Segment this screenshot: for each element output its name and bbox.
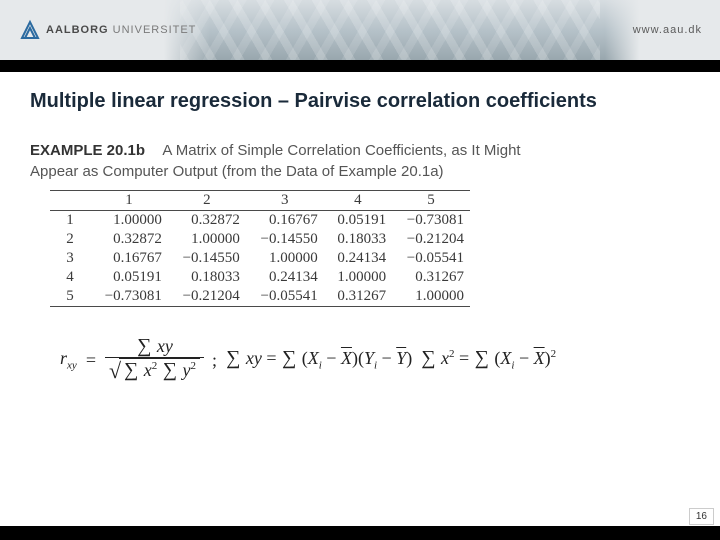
example-heading-text1: A Matrix of Simple Correlation Coefficie… [162,142,520,159]
table-row: 3 0.16767 −0.14550 1.00000 0.24134 −0.05… [50,249,470,268]
minus: − [382,348,392,368]
example-heading-line1: EXAMPLE 20.1b A Matrix of Simple Correla… [30,141,690,163]
table-row: 1 1.00000 0.32872 0.16767 0.05191 −0.730… [50,211,470,231]
equals: = [85,350,97,371]
cell: −0.14550 [246,230,324,249]
num-xy: xy [152,336,172,356]
Xi: X [500,348,511,368]
cell: 0.32872 [168,211,246,231]
sigma-icon: ∑ [136,335,152,357]
col-header: 4 [324,191,392,211]
row-header: 4 [50,268,90,287]
table-corner [50,191,90,211]
sigma-icon: ∑ [225,347,241,369]
cell: 0.05191 [324,211,392,231]
fraction: ∑ xy √ ∑ x2 ∑ y2 [105,337,204,383]
row-header: 3 [50,249,90,268]
sigma-icon: ∑ [281,347,297,369]
table-row: 4 0.05191 0.18033 0.24134 1.00000 0.3126… [50,268,470,287]
brand-name: AALBORG UNIVERSITET [46,24,196,36]
sigma-icon: ∑ [420,347,436,369]
cell: 1.00000 [90,211,168,231]
sq: 2 [449,348,455,360]
cell: 1.00000 [392,287,470,307]
sigma-icon: ∑ [474,347,490,369]
cell: −0.73081 [392,211,470,231]
cell: 0.18033 [168,268,246,287]
row-header: 1 [50,211,90,231]
sq: 2 [191,360,197,372]
semicolon: ; [212,350,217,371]
table-row: 5 −0.73081 −0.21204 −0.05541 0.31267 1.0… [50,287,470,307]
table-header-row: 1 2 3 4 5 [50,191,470,211]
col-header: 1 [90,191,168,211]
minus: − [519,348,529,368]
cell: −0.73081 [90,287,168,307]
sub-i: i [511,360,514,372]
sq: 2 [152,360,158,372]
header-divider [0,60,720,72]
equals: = [459,348,469,368]
Xi: X [308,348,319,368]
cell: −0.21204 [168,287,246,307]
correlation-table: 1 2 3 4 5 1 1.00000 0.32872 0.16767 0.05… [50,191,470,307]
sub-i: i [319,360,322,372]
cell: −0.14550 [168,249,246,268]
brand-light: UNIVERSITET [109,24,197,36]
Xbar: X [534,348,545,368]
row-header: 5 [50,287,90,307]
cell: 0.24134 [324,249,392,268]
col-header: 2 [168,191,246,211]
page-number: 16 [689,508,714,525]
Xbar: X [341,348,352,368]
cell: 1.00000 [246,249,324,268]
radicand: ∑ x2 ∑ y2 [119,358,200,381]
aau-logo-icon [18,18,42,42]
brand-bold: AALBORG [46,24,109,36]
formula-lhs: rxy [60,348,77,372]
cell: 1.00000 [168,230,246,249]
col-header: 5 [392,191,470,211]
cell: −0.05541 [392,249,470,268]
brand-url: www.aau.dk [605,0,720,60]
example-heading-line2: Appear as Computer Output (from the Data… [30,163,690,186]
cell: 0.16767 [246,211,324,231]
table-row: 2 0.32872 1.00000 −0.14550 0.18033 −0.21… [50,230,470,249]
numerator: ∑ xy [132,337,177,357]
cell: 1.00000 [324,268,392,287]
cell: 0.05191 [90,268,168,287]
Yi: Y [364,348,374,368]
sum-xy-def: ∑ xy = ∑ (Xi − X)(Yi − Y) [225,348,412,372]
cell: −0.05541 [246,287,324,307]
equals: = [266,348,276,368]
sum-x2-def: ∑ x2 = ∑ (Xi − X)2 [420,348,556,372]
var-r: r [60,348,67,368]
sub-i: i [374,360,377,372]
sigma-icon: ∑ [162,359,178,381]
cell: 0.18033 [324,230,392,249]
cell: 0.32872 [90,230,168,249]
cell: 0.31267 [392,268,470,287]
cell: 0.16767 [90,249,168,268]
header-banner: AALBORG UNIVERSITET www.aau.dk [0,0,720,60]
example-label: EXAMPLE 20.1b [30,142,145,159]
sq: 2 [551,348,557,360]
example-block: EXAMPLE 20.1b A Matrix of Simple Correla… [30,141,690,307]
sub-xy: xy [67,360,77,372]
sigma-icon: ∑ [123,359,139,381]
sqrt: √ ∑ x2 ∑ y2 [109,358,200,382]
correlation-formula: rxy = ∑ xy √ ∑ x2 ∑ y2 ; ∑ xy = ∑ (Xi − … [60,337,720,383]
cell: 0.24134 [246,268,324,287]
denominator: √ ∑ x2 ∑ y2 [105,358,204,383]
minus: − [326,348,336,368]
cell: −0.21204 [392,230,470,249]
footer-bar [0,526,720,540]
row-header: 2 [50,230,90,249]
Ybar: Y [396,348,406,368]
correlation-matrix: 1 2 3 4 5 1 1.00000 0.32872 0.16767 0.05… [50,190,470,307]
slide-title: Multiple linear regression – Pairvise co… [0,72,720,113]
brand-left: AALBORG UNIVERSITET [0,0,210,60]
col-header: 3 [246,191,324,211]
cell: 0.31267 [324,287,392,307]
